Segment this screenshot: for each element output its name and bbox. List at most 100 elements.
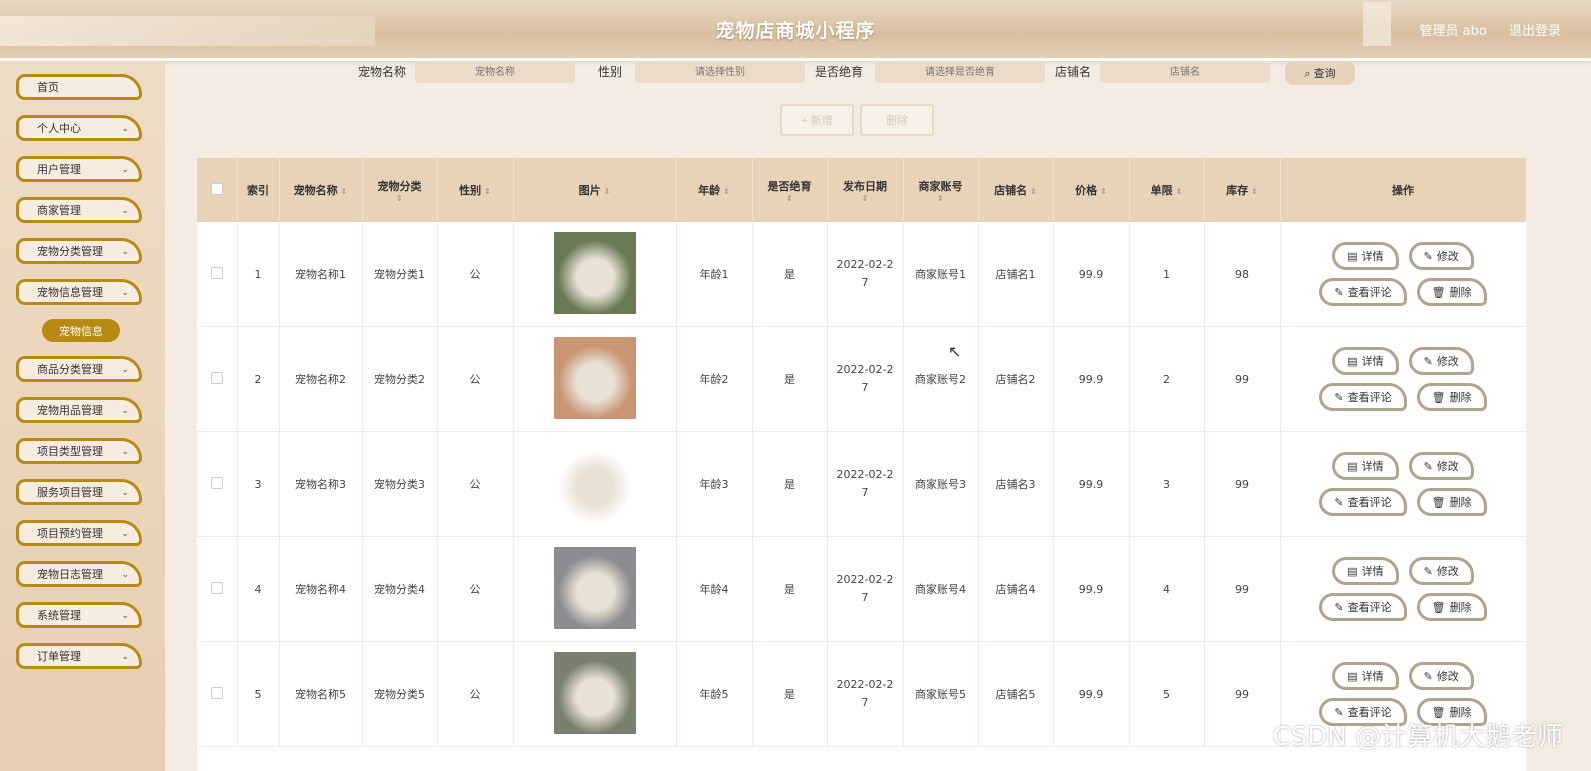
edit-button[interactable]: ✎ 修改 (1408, 242, 1474, 270)
row-checkbox[interactable] (197, 326, 238, 432)
delete-batch-button[interactable]: 删除 (860, 104, 934, 136)
table-row: 2 宠物名称2 宠物分类2 公年龄2 是 2022-02-27 商家账号2 店铺名2 99.9 2… (197, 326, 1526, 432)
cell-category: 宠物分类5 (362, 641, 438, 747)
pet-image[interactable] (553, 441, 636, 524)
edit-button[interactable]: ✎ 修改 (1408, 452, 1474, 480)
query-button[interactable]: ⌕ 查询 (1285, 61, 1355, 85)
edit-icon: ✎ (1334, 601, 1344, 614)
pet-image[interactable] (553, 651, 636, 734)
chevron-down-icon: ⌄ (121, 288, 129, 298)
delete-button[interactable]: 🗑 删除 (1416, 593, 1487, 621)
pet-name-label: 宠物名称 (358, 65, 407, 79)
col-header[interactable]: 商家账号 ⇕ (903, 158, 979, 222)
col-header[interactable]: 店铺名 ⇕ (978, 158, 1054, 222)
col-header[interactable]: 价格 ⇕ (1053, 158, 1130, 222)
cell-date: 2022-02-27 (827, 536, 904, 642)
shop-input[interactable] (1100, 61, 1270, 83)
detail-button[interactable]: ▤ 详情 (1332, 347, 1399, 375)
cell-gender: 公 (437, 326, 514, 432)
sidebar-item[interactable]: 项目类型管理 ⌄ (16, 438, 142, 464)
cell-gender: 公 (437, 536, 514, 642)
col-header[interactable]: 单限 ⇕ (1129, 158, 1205, 222)
sidebar-item[interactable]: 首页 (16, 74, 142, 100)
cell-merchant: 商家账号3 (903, 431, 979, 537)
col-header: 操作 (1280, 158, 1526, 222)
col-header[interactable]: 库存 ⇕ (1204, 158, 1281, 222)
delete-button[interactable]: 🗑 删除 (1416, 278, 1487, 306)
cell-age: 年龄2 (676, 326, 753, 432)
detail-button[interactable]: ▤ 详情 (1332, 452, 1399, 480)
cell-gender: 公 (437, 641, 514, 747)
sidebar-item[interactable]: 个人中心 ⌄ (16, 115, 142, 141)
trash-icon: 🗑 (1431, 286, 1446, 299)
sidebar-item[interactable]: 宠物分类管理 ⌄ (16, 238, 142, 264)
edit-icon: ✎ (1423, 460, 1433, 473)
view-comments-button[interactable]: ✎ 查看评论 (1319, 488, 1407, 516)
pet-image[interactable] (553, 546, 636, 629)
sidebar-item[interactable]: 订单管理 ⌄ (16, 643, 142, 669)
chevron-down-icon: ⌄ (121, 365, 129, 375)
document-icon: ▤ (1347, 250, 1358, 263)
add-button[interactable]: + 新增 (780, 104, 854, 136)
row-checkbox[interactable] (197, 431, 238, 537)
sidebar-item[interactable]: 宠物信息管理 ⌄ (16, 279, 142, 305)
table-header-row: 索引 宠物名称 ⇕ 宠物分类 ⇕ 性别 ⇕ 图片 ⇕ 年龄 ⇕ 是否绝育 ⇕ 发布日期 ⇕ 商… (197, 158, 1526, 222)
chevron-down-icon: ⌄ (121, 570, 129, 580)
chevron-down-icon: ⌄ (121, 447, 129, 457)
edit-icon: ✎ (1423, 670, 1433, 683)
edit-button-label: 修改 (1436, 461, 1459, 473)
sidebar-item[interactable]: 宠物日志管理 ⌄ (16, 561, 142, 587)
sidebar-item[interactable]: 商家管理 ⌄ (16, 197, 142, 223)
sidebar-item[interactable]: 用户管理 ⌄ (16, 156, 142, 182)
delete-button[interactable]: 🗑 删除 (1416, 488, 1487, 516)
sidebar-item[interactable]: 服务项目管理 ⌄ (16, 479, 142, 505)
delete-button-label: 删除 (1449, 287, 1472, 299)
edit-icon: ✎ (1334, 391, 1344, 404)
sidebar-item[interactable]: 项目预约管理 ⌄ (16, 520, 142, 546)
detail-button-label: 详情 (1361, 251, 1384, 263)
sidebar-item[interactable]: 系统管理 ⌄ (16, 602, 142, 628)
pet-image[interactable] (553, 231, 636, 314)
cell-limit: 4 (1129, 536, 1205, 642)
row-checkbox[interactable] (197, 222, 238, 327)
col-header[interactable]: 宠物分类 ⇕ (362, 158, 438, 222)
row-checkbox[interactable] (197, 641, 238, 747)
view-comments-button[interactable]: ✎ 查看评论 (1319, 593, 1407, 621)
col-header[interactable]: 图片 ⇕ (513, 158, 677, 222)
detail-button-label: 详情 (1361, 461, 1384, 473)
cell-category: 宠物分类4 (362, 536, 438, 642)
sidebar-item-label: 宠物分类管理 (37, 245, 103, 258)
cell-index: 4 (237, 536, 280, 642)
edit-button[interactable]: ✎ 修改 (1408, 662, 1474, 690)
select-all-checkbox[interactable] (197, 158, 238, 222)
submenu-item-pet-info[interactable]: 宠物信息 (42, 319, 120, 342)
logout-link[interactable]: 退出登录 (1509, 24, 1561, 39)
col-header[interactable]: 是否绝育 ⇕ (752, 158, 828, 222)
row-checkbox[interactable] (197, 536, 238, 642)
trash-icon: 🗑 (1431, 496, 1446, 509)
gender-select[interactable] (635, 61, 805, 83)
pet-name-input[interactable] (415, 61, 575, 83)
detail-button[interactable]: ▤ 详情 (1332, 557, 1399, 585)
table-row: 4 宠物名称4 宠物分类4 公年龄4 是 2022-02-27 商家账号4 店铺名4 99.9 4… (197, 536, 1526, 642)
col-header[interactable]: 性别 ⇕ (437, 158, 514, 222)
sidebar-item[interactable]: 商品分类管理 ⌄ (16, 356, 142, 382)
col-header[interactable]: 发布日期 ⇕ (827, 158, 904, 222)
cell-gender: 公 (437, 431, 514, 537)
pet-image[interactable] (553, 336, 636, 419)
cell-category: 宠物分类1 (362, 222, 438, 327)
view-comments-button[interactable]: ✎ 查看评论 (1319, 278, 1407, 306)
col-header[interactable]: 宠物名称 ⇕ (279, 158, 363, 222)
sidebar-item[interactable]: 宠物用品管理 ⌄ (16, 397, 142, 423)
view-comments-button[interactable]: ✎ 查看评论 (1319, 383, 1407, 411)
col-header[interactable]: 年龄 ⇕ (676, 158, 753, 222)
view-comments-button-label: 查看评论 (1347, 602, 1392, 614)
detail-button[interactable]: ▤ 详情 (1332, 662, 1399, 690)
cell-stock: 99 (1204, 326, 1281, 432)
detail-button[interactable]: ▤ 详情 (1332, 242, 1399, 270)
delete-button[interactable]: 🗑 删除 (1416, 383, 1487, 411)
edit-button[interactable]: ✎ 修改 (1408, 557, 1474, 585)
neutered-select[interactable] (875, 61, 1045, 83)
trash-icon: 🗑 (1431, 601, 1446, 614)
edit-button[interactable]: ✎ 修改 (1408, 347, 1474, 375)
